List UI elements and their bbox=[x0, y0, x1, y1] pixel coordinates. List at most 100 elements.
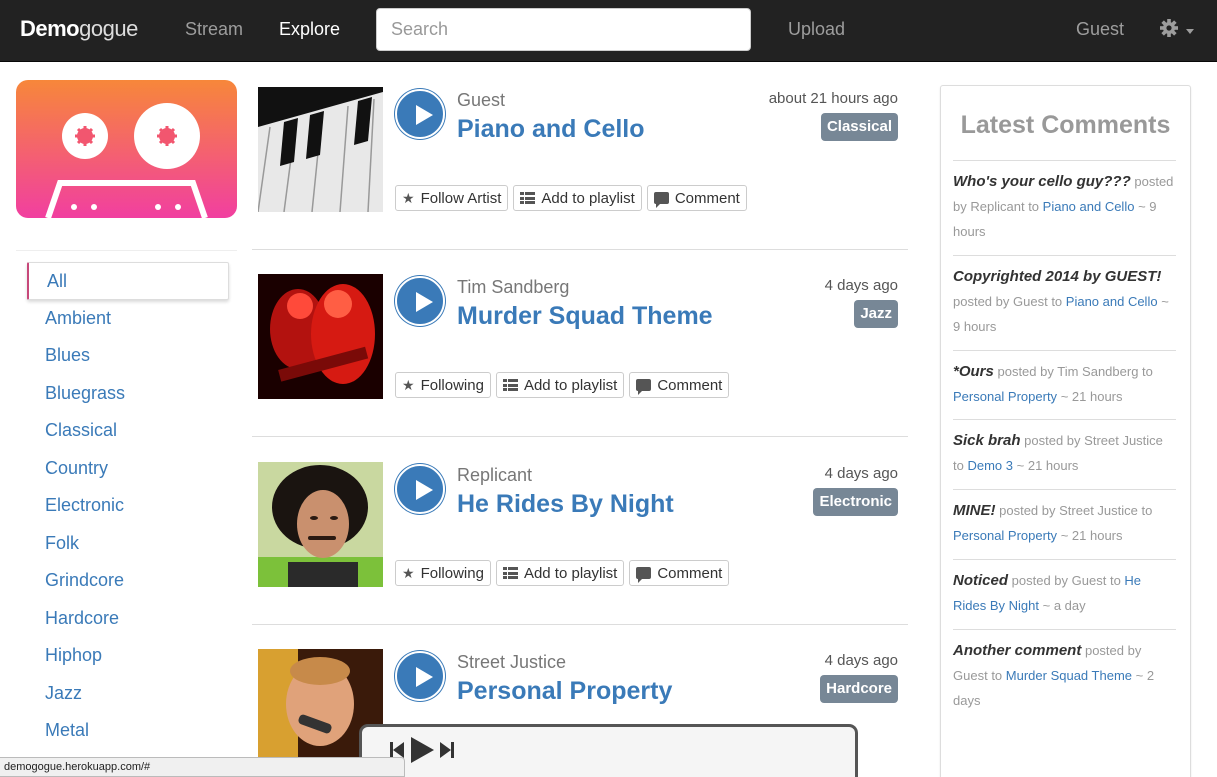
search-input[interactable] bbox=[376, 8, 751, 51]
play-button[interactable] bbox=[395, 464, 445, 514]
track-actions: ★ Following Add to playlist Comment bbox=[395, 372, 730, 398]
star-icon: ★ bbox=[402, 376, 415, 393]
panel-title: Latest Comments bbox=[960, 111, 1171, 139]
settings-dropdown[interactable] bbox=[1158, 16, 1198, 44]
track-item: Tim Sandberg Murder Squad Theme 4 days a… bbox=[252, 274, 908, 444]
track-divider bbox=[252, 436, 908, 437]
comment-icon bbox=[636, 567, 652, 583]
following-button[interactable]: ★ Following bbox=[395, 560, 491, 586]
genre-item-country[interactable]: Country bbox=[27, 450, 229, 488]
track-actions: ★ Follow Artist Add to playlist Comment bbox=[395, 185, 747, 211]
star-icon: ★ bbox=[402, 189, 415, 206]
comment-divider bbox=[953, 160, 1176, 161]
comment-item: MINE! posted by Street Justice to Person… bbox=[953, 502, 1153, 543]
track-artist[interactable]: Guest bbox=[457, 90, 505, 111]
genre-item-ambient[interactable]: Ambient bbox=[27, 300, 229, 338]
comment-track-link[interactable]: Murder Squad Theme bbox=[1006, 668, 1132, 683]
comment-divider bbox=[953, 559, 1176, 560]
comment-button[interactable]: Comment bbox=[646, 185, 747, 211]
play-icon[interactable] bbox=[410, 737, 434, 763]
play-button[interactable] bbox=[395, 276, 445, 326]
follow-artist-button[interactable]: ★ Follow Artist bbox=[395, 185, 509, 211]
comment-icon bbox=[636, 379, 652, 395]
browser-status-bar: demogogue.herokuapp.com/# bbox=[0, 757, 405, 777]
comment-button[interactable]: Comment bbox=[629, 560, 730, 586]
gear-icon bbox=[1160, 19, 1194, 37]
genre-item-blues[interactable]: Blues bbox=[27, 337, 229, 375]
genre-item-jazz[interactable]: Jazz bbox=[27, 675, 229, 713]
track-artist[interactable]: Street Justice bbox=[457, 652, 566, 673]
nav-explore[interactable]: Explore bbox=[279, 19, 340, 40]
list-icon bbox=[520, 192, 536, 204]
track-title[interactable]: Personal Property bbox=[457, 677, 672, 706]
track-artist[interactable]: Tim Sandberg bbox=[457, 277, 569, 298]
genre-item-hardcore[interactable]: Hardcore bbox=[27, 600, 229, 638]
comment-item: Who's your cello guy??? posted by Replic… bbox=[953, 173, 1174, 239]
comment-icon bbox=[653, 192, 669, 208]
track-timestamp: 4 days ago bbox=[824, 652, 898, 669]
track-title[interactable]: He Rides By Night bbox=[457, 490, 674, 519]
track-timestamp: 4 days ago bbox=[824, 277, 898, 294]
track-divider bbox=[252, 249, 908, 250]
comment-track-link[interactable]: Piano and Cello bbox=[1043, 199, 1135, 214]
track-title[interactable]: Murder Squad Theme bbox=[457, 302, 713, 331]
genre-item-electronic[interactable]: Electronic bbox=[27, 487, 229, 525]
album-art-portrait[interactable] bbox=[258, 462, 383, 587]
genre-badge: Jazz bbox=[854, 300, 898, 328]
nav-stream[interactable]: Stream bbox=[185, 19, 243, 40]
genre-item-hiphop[interactable]: Hiphop bbox=[27, 637, 229, 675]
cassette-logo bbox=[16, 80, 237, 219]
brand-logo[interactable]: Demogogue bbox=[20, 16, 138, 42]
comment-divider bbox=[953, 419, 1176, 420]
genre-badge: Electronic bbox=[813, 488, 898, 516]
track-title[interactable]: Piano and Cello bbox=[457, 115, 645, 144]
track-artist[interactable]: Replicant bbox=[457, 465, 532, 486]
play-button[interactable] bbox=[395, 651, 445, 701]
genre-item-grindcore[interactable]: Grindcore bbox=[27, 562, 229, 600]
comment-divider bbox=[953, 629, 1176, 630]
album-art-piano[interactable] bbox=[258, 87, 383, 212]
comment-item: Another comment posted by Guest to Murde… bbox=[953, 642, 1155, 708]
genre-item-folk[interactable]: Folk bbox=[27, 525, 229, 563]
next-icon[interactable] bbox=[440, 741, 454, 759]
comment-item: Copyrighted 2014 by GUEST! posted by Gue… bbox=[953, 268, 1169, 334]
track-timestamp: 4 days ago bbox=[824, 465, 898, 482]
track-item: Guest Piano and Cello about 21 hours ago… bbox=[252, 87, 908, 257]
track-item: Replicant He Rides By Night 4 days ago E… bbox=[252, 462, 908, 632]
navbar: Demogogue Stream Explore Upload Guest bbox=[0, 0, 1217, 62]
comment-item: Noticed posted by Guest to He Rides By N… bbox=[953, 572, 1142, 613]
track-timestamp: about 21 hours ago bbox=[768, 90, 898, 107]
add-to-playlist-button[interactable]: Add to playlist bbox=[513, 185, 642, 211]
comment-item: *Ours posted by Tim Sandberg to Personal… bbox=[953, 363, 1153, 404]
star-icon: ★ bbox=[402, 564, 415, 581]
sidebar-divider bbox=[16, 250, 237, 251]
album-art-red-concert[interactable] bbox=[258, 274, 383, 399]
comment-button[interactable]: Comment bbox=[629, 372, 730, 398]
genre-item-all[interactable]: All bbox=[27, 262, 229, 300]
genre-badge: Classical bbox=[820, 113, 898, 141]
genre-item-classical[interactable]: Classical bbox=[27, 412, 229, 450]
genre-item-metal[interactable]: Metal bbox=[27, 712, 229, 750]
comment-track-link[interactable]: Personal Property bbox=[953, 389, 1057, 404]
following-button[interactable]: ★ Following bbox=[395, 372, 491, 398]
comment-divider bbox=[953, 350, 1176, 351]
nav-user[interactable]: Guest bbox=[1076, 19, 1124, 40]
list-icon bbox=[502, 379, 518, 391]
comment-track-link[interactable]: Demo 3 bbox=[967, 458, 1013, 473]
comment-track-link[interactable]: Personal Property bbox=[953, 528, 1057, 543]
latest-comments-panel: Latest Comments Who's your cello guy??? … bbox=[940, 85, 1191, 777]
play-button[interactable] bbox=[395, 89, 445, 139]
audio-player bbox=[359, 724, 858, 777]
genre-list: All Ambient Blues Bluegrass Classical Co… bbox=[27, 262, 229, 750]
nav-upload[interactable]: Upload bbox=[788, 19, 845, 40]
list-icon bbox=[502, 567, 518, 579]
add-to-playlist-button[interactable]: Add to playlist bbox=[495, 560, 625, 586]
track-divider bbox=[252, 624, 908, 625]
comment-item: Sick brah posted by Street Justice to De… bbox=[953, 432, 1163, 473]
genre-item-bluegrass[interactable]: Bluegrass bbox=[27, 375, 229, 413]
comment-divider bbox=[953, 255, 1176, 256]
track-actions: ★ Following Add to playlist Comment bbox=[395, 560, 730, 586]
chevron-down-icon bbox=[1186, 29, 1194, 34]
comment-track-link[interactable]: Piano and Cello bbox=[1066, 294, 1158, 309]
add-to-playlist-button[interactable]: Add to playlist bbox=[495, 372, 625, 398]
